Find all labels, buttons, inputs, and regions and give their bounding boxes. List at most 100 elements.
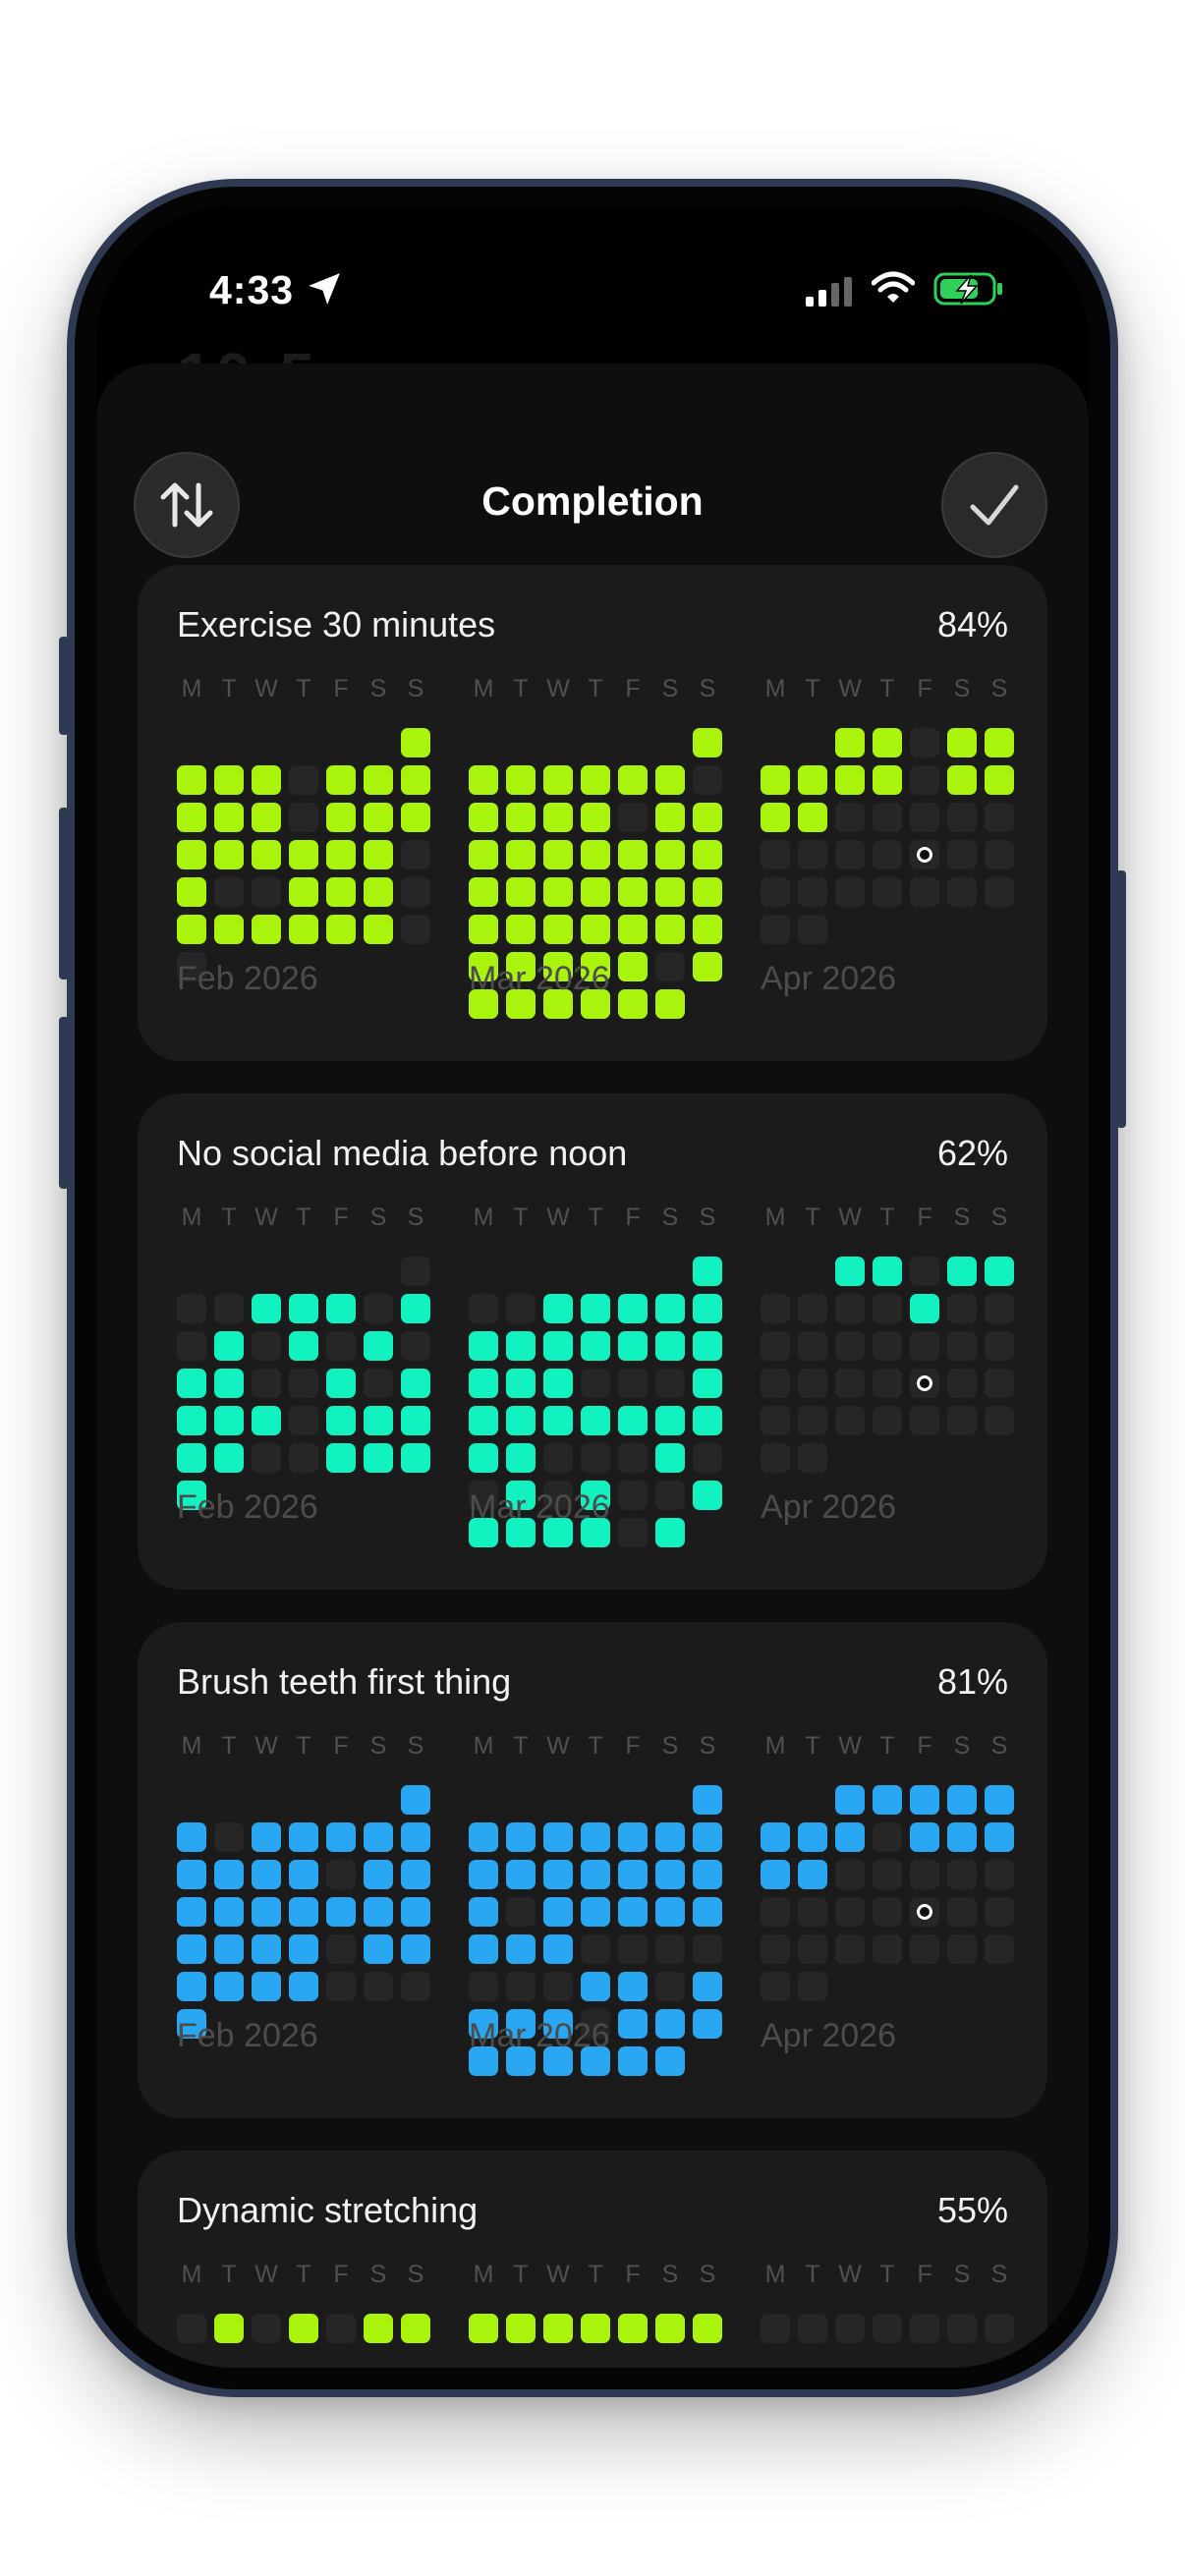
day-cell-missed[interactable] bbox=[947, 840, 977, 869]
day-cell-done[interactable] bbox=[289, 1897, 318, 1927]
day-cell-missed[interactable] bbox=[798, 2314, 827, 2343]
day-cell-done[interactable] bbox=[543, 803, 573, 832]
day-cell-missed[interactable] bbox=[761, 1294, 790, 1323]
day-cell-done[interactable] bbox=[618, 2046, 648, 2076]
day-cell-done[interactable] bbox=[401, 1785, 430, 1815]
day-cell-done[interactable] bbox=[469, 1369, 498, 1398]
day-cell-missed[interactable] bbox=[985, 1897, 1014, 1927]
day-cell-done[interactable] bbox=[364, 840, 393, 869]
day-cell-done[interactable] bbox=[469, 1822, 498, 1852]
day-cell-done[interactable] bbox=[506, 2314, 536, 2343]
day-cell-missed[interactable] bbox=[910, 877, 939, 907]
day-cell-done[interactable] bbox=[401, 1406, 430, 1435]
day-cell-done[interactable] bbox=[693, 803, 722, 832]
day-cell-done[interactable] bbox=[655, 2009, 685, 2039]
day-cell-done[interactable] bbox=[506, 840, 536, 869]
day-cell-done[interactable] bbox=[506, 1860, 536, 1889]
day-cell-done[interactable] bbox=[985, 1257, 1014, 1286]
day-cell-done[interactable] bbox=[252, 765, 281, 795]
day-cell-missed[interactable] bbox=[910, 728, 939, 757]
day-cell-missed[interactable] bbox=[947, 1369, 977, 1398]
day-cell-done[interactable] bbox=[543, 1369, 573, 1398]
day-cell-done[interactable] bbox=[655, 1518, 685, 1547]
day-cell-done[interactable] bbox=[985, 1822, 1014, 1852]
day-cell-done[interactable] bbox=[506, 915, 536, 944]
day-cell-missed[interactable] bbox=[326, 2314, 356, 2343]
day-cell-done[interactable] bbox=[469, 1406, 498, 1435]
day-cell-done[interactable] bbox=[469, 1934, 498, 1964]
day-cell-done[interactable] bbox=[618, 1860, 648, 1889]
day-cell-done[interactable] bbox=[761, 803, 790, 832]
day-cell-done[interactable] bbox=[655, 2046, 685, 2076]
day-cell-missed[interactable] bbox=[835, 840, 865, 869]
day-cell-missed[interactable] bbox=[910, 1934, 939, 1964]
day-cell-missed[interactable] bbox=[761, 877, 790, 907]
day-cell-done[interactable] bbox=[469, 877, 498, 907]
day-cell-missed[interactable] bbox=[910, 803, 939, 832]
day-cell-done[interactable] bbox=[326, 1406, 356, 1435]
day-cell-done[interactable] bbox=[693, 2314, 722, 2343]
day-cell-missed[interactable] bbox=[761, 1369, 790, 1398]
day-cell-missed[interactable] bbox=[798, 1331, 827, 1361]
day-cell-done[interactable] bbox=[252, 1406, 281, 1435]
day-cell-missed[interactable] bbox=[252, 2314, 281, 2343]
day-cell-done[interactable] bbox=[581, 1406, 610, 1435]
day-cell-done[interactable] bbox=[543, 1822, 573, 1852]
day-cell-done[interactable] bbox=[581, 1860, 610, 1889]
day-cell-missed[interactable] bbox=[506, 1294, 536, 1323]
day-cell-done[interactable] bbox=[401, 1443, 430, 1473]
day-cell-missed[interactable] bbox=[835, 1294, 865, 1323]
day-cell-done[interactable] bbox=[364, 877, 393, 907]
day-cell-done[interactable] bbox=[252, 915, 281, 944]
day-cell-done[interactable] bbox=[655, 989, 685, 1019]
day-cell-missed[interactable] bbox=[798, 1897, 827, 1927]
day-cell-done[interactable] bbox=[655, 840, 685, 869]
day-cell-missed[interactable] bbox=[910, 1860, 939, 1889]
day-cell-missed[interactable] bbox=[873, 1369, 902, 1398]
day-cell-missed[interactable] bbox=[761, 1934, 790, 1964]
day-cell-done[interactable] bbox=[469, 1331, 498, 1361]
day-cell-done[interactable] bbox=[469, 1443, 498, 1473]
day-cell-done[interactable] bbox=[289, 1294, 318, 1323]
day-cell-done[interactable] bbox=[506, 877, 536, 907]
day-cell-missed[interactable] bbox=[252, 1369, 281, 1398]
day-cell-done[interactable] bbox=[543, 840, 573, 869]
day-cell-done[interactable] bbox=[618, 1294, 648, 1323]
day-cell-done[interactable] bbox=[655, 1331, 685, 1361]
day-cell-missed[interactable] bbox=[947, 1860, 977, 1889]
day-cell-missed[interactable] bbox=[835, 1860, 865, 1889]
day-cell-missed[interactable] bbox=[655, 1481, 685, 1510]
day-cell-done[interactable] bbox=[401, 1369, 430, 1398]
day-cell-done[interactable] bbox=[618, 915, 648, 944]
day-cell-done[interactable] bbox=[910, 1294, 939, 1323]
day-cell-missed[interactable] bbox=[985, 1331, 1014, 1361]
day-cell-missed[interactable] bbox=[873, 1860, 902, 1889]
day-cell-missed[interactable] bbox=[761, 840, 790, 869]
day-cell-missed[interactable] bbox=[947, 803, 977, 832]
day-cell-done[interactable] bbox=[214, 915, 244, 944]
day-cell-missed[interactable] bbox=[401, 877, 430, 907]
day-cell-done[interactable] bbox=[581, 877, 610, 907]
day-cell-done[interactable] bbox=[289, 877, 318, 907]
day-cell-done[interactable] bbox=[873, 1257, 902, 1286]
day-cell-missed[interactable] bbox=[364, 1972, 393, 2001]
day-cell-done[interactable] bbox=[543, 765, 573, 795]
day-cell-done[interactable] bbox=[506, 803, 536, 832]
day-cell-missed[interactable] bbox=[910, 765, 939, 795]
day-cell-missed[interactable] bbox=[835, 1897, 865, 1927]
day-cell-done[interactable] bbox=[289, 1972, 318, 2001]
day-cell-done[interactable] bbox=[469, 840, 498, 869]
day-cell-done[interactable] bbox=[835, 1257, 865, 1286]
day-cell-missed[interactable] bbox=[910, 1257, 939, 1286]
day-cell-done[interactable] bbox=[214, 1860, 244, 1889]
day-cell-missed[interactable] bbox=[947, 877, 977, 907]
day-cell-done[interactable] bbox=[469, 1860, 498, 1889]
day-cell-done[interactable] bbox=[401, 1934, 430, 1964]
day-cell-done[interactable] bbox=[947, 728, 977, 757]
day-cell-done[interactable] bbox=[289, 1860, 318, 1889]
day-cell-done[interactable] bbox=[581, 2314, 610, 2343]
day-cell-done[interactable] bbox=[289, 915, 318, 944]
day-cell-done[interactable] bbox=[543, 1897, 573, 1927]
day-cell-done[interactable] bbox=[214, 1369, 244, 1398]
day-cell-missed[interactable] bbox=[506, 1897, 536, 1927]
